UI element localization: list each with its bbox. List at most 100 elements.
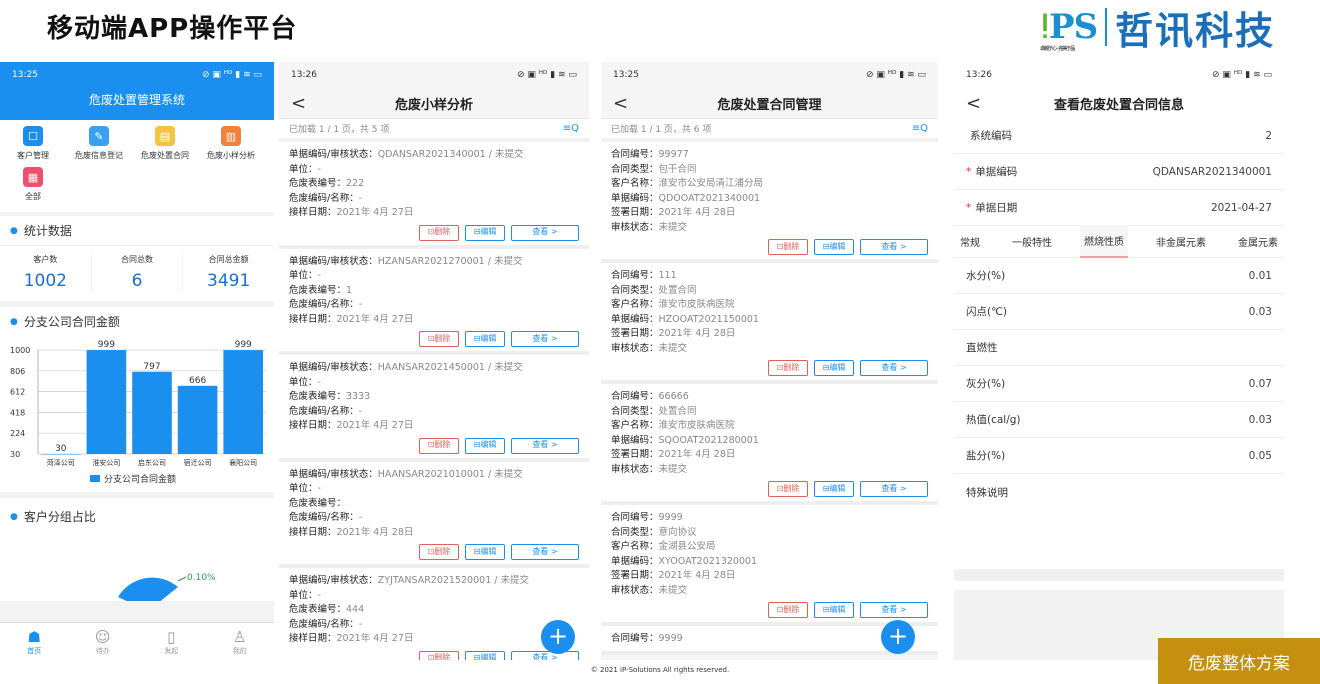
grid-item-label: 危废信息登记 (75, 151, 123, 160)
detail-row: 闪点(℃) 0.03 (954, 294, 1284, 330)
list-card[interactable]: 单据编码/审核状态：HAANSAR2021010001 / 未提交 单位：- 危废表… (279, 461, 589, 568)
view-button[interactable]: 查看 > (860, 481, 928, 497)
detail-row: * 单据编码 QDANSAR2021340001 (954, 154, 1284, 190)
stat-card[interactable]: 合同总金额 3491 (183, 254, 274, 291)
card-field: 合同类型：包干合同 (611, 163, 928, 178)
view-button[interactable]: 查看 > (860, 239, 928, 255)
bar-value-label: 999 (98, 340, 115, 350)
delete-button[interactable]: ⊡删除 (768, 239, 808, 255)
list-card[interactable]: 合同编号：99977 合同类型：包干合同 客户名称：淮安市公安局清江浦分局 单据编码：… (601, 142, 938, 263)
view-button[interactable]: 查看 > (511, 544, 579, 560)
field-value: 222 (346, 178, 365, 189)
tab-item[interactable]: 金属元素 (1234, 226, 1282, 257)
list-card[interactable]: 合同编号：66666 合同类型：处置合同 客户名称：淮安市皮肤病医院 单据编码：SQO… (601, 384, 938, 505)
solution-badge: 危废整体方案 (1158, 638, 1320, 684)
list-card[interactable]: 单据编码/审核状态：HZANSAR2021270001 / 未提交 单位：- 危废表… (279, 248, 589, 355)
back-icon[interactable]: < (613, 93, 628, 114)
grid-item-all[interactable]: ▦ 全部 (0, 167, 66, 202)
card-field: 客户名称：淮安市公安局清江浦分局 (611, 177, 928, 192)
tab-item[interactable]: 非金属元素 (1152, 226, 1210, 257)
edit-button[interactable]: ⊟编辑 (465, 650, 505, 660)
card-field: 危废表编号：444 (289, 603, 579, 618)
grid-item-analysis[interactable]: ▥ 危废小样分析 (198, 126, 264, 161)
tab-start[interactable]: ▯ 发起 (137, 623, 206, 660)
logo-ips: ǃPS 卓越于心 · 完美于品 (1040, 7, 1098, 52)
stat-card[interactable]: 合同总数 6 (92, 254, 184, 291)
x-tick-label: 淮安公司 (92, 458, 120, 467)
edit-button[interactable]: ⊟编辑 (814, 360, 854, 376)
card-field: 接样日期：2021年 4月 27日 (289, 419, 579, 434)
card-field: 合同类型：处置合同 (611, 284, 928, 299)
tab-user[interactable]: ♙ 我的 (206, 623, 275, 660)
card-field: 审核状态：未提交 (611, 221, 928, 236)
view-button[interactable]: 查看 > (511, 437, 579, 454)
view-button[interactable]: 查看 > (511, 650, 579, 660)
filter-search-icon[interactable]: ≡Q (912, 123, 928, 134)
page-title: 危废处置合同管理 (717, 97, 822, 113)
grid-item-register[interactable]: ✎ 危废信息登记 (66, 126, 132, 161)
delete-button[interactable]: ⊡删除 (419, 437, 459, 454)
delete-button[interactable]: ⊡删除 (768, 360, 808, 376)
tab-item[interactable]: 常规 (956, 226, 984, 257)
edit-button[interactable]: ⊟编辑 (465, 544, 505, 560)
field-value: HAANSAR2021010001 / 未提交 (377, 468, 523, 480)
field-label: 审核状态： (611, 584, 659, 596)
edit-button[interactable]: ⊟编辑 (814, 481, 854, 497)
delete-button[interactable]: ⊡删除 (768, 602, 808, 618)
list-card[interactable]: 合同编号：9999 合同类型：意向协议 客户名称：金湖县公安局 单据编码：XYOOAT… (601, 505, 938, 626)
y-tick-label: 224 (10, 429, 25, 438)
edit-button[interactable]: ⊟编辑 (465, 224, 505, 241)
field-value: 2021年 4月 27日 (336, 313, 414, 325)
view-button[interactable]: 查看 > (511, 224, 579, 241)
edit-button[interactable]: ⊟编辑 (465, 331, 505, 347)
grid-item-customer[interactable]: ☐ 客户管理 (0, 126, 66, 161)
card-field: 危废表编号：222 (289, 177, 579, 192)
stat-card[interactable]: 客户数 1002 (0, 254, 92, 291)
contract-icon: ▤ (155, 126, 175, 146)
card-field: 单据编码/审核状态：HAANSAR2021450001 / 未提交 (289, 361, 579, 376)
tab-todo[interactable]: ☺ 待办 (69, 623, 138, 660)
stat-value: 1002 (23, 271, 67, 291)
card-field: 客户名称：淮安市皮肤病医院 (611, 419, 928, 434)
delete-button[interactable]: ⊡删除 (419, 331, 459, 347)
add-fab-button[interactable]: + (541, 620, 575, 654)
field-value: - (358, 512, 363, 523)
list-card[interactable]: 单据编码/审核状态：QDANSAR2021340001 / 未提交 单位：- 危废表… (279, 142, 589, 249)
phone-contract-detail: 13:26 ⊘ ▣ ᴴᴰ ▮ ≋ ▭ < 查看危废处置合同信息 系统编码 2 * 单据编码… (954, 62, 1284, 660)
field-value: 淮安市公安局清江浦分局 (658, 178, 764, 189)
grid-item-contract[interactable]: ▤ 危废处置合同 (132, 126, 198, 161)
logo-tagline: 卓越于心 · 完美于品 (1040, 46, 1075, 52)
tab-label: 发起 (164, 646, 179, 655)
delete-button[interactable]: ⊡删除 (419, 544, 459, 560)
pie-section-title: ● 客户分组占比 (0, 498, 274, 531)
filter-search-icon[interactable]: ≡Q (563, 123, 579, 134)
edit-button[interactable]: ⊟编辑 (814, 239, 854, 255)
card-field: 签署日期：2021年 4月 28日 (611, 448, 928, 463)
tab-item[interactable]: 一般特性 (1008, 226, 1056, 257)
add-fab-button[interactable]: + (881, 620, 915, 654)
delete-button[interactable]: ⊡删除 (768, 481, 808, 497)
field-label: 单据编码： (611, 313, 659, 325)
row-label: 特殊说明 (966, 486, 1008, 499)
view-button[interactable]: 查看 > (511, 331, 579, 347)
tab-item[interactable]: 燃烧性质 (1080, 225, 1128, 258)
field-value: 淮安市皮肤病医院 (658, 420, 735, 431)
delete-button[interactable]: ⊡删除 (419, 224, 459, 241)
bullet-icon: ● (10, 225, 18, 236)
edit-button[interactable]: ⊟编辑 (814, 602, 854, 618)
row-label: 闪点(℃) (966, 306, 1007, 318)
logo-company-name: 哲讯科技 (1115, 8, 1276, 53)
tab-home[interactable]: ☗ 首页 (0, 623, 69, 660)
stat-label: 客户数 (33, 255, 58, 264)
view-button[interactable]: 查看 > (860, 360, 928, 376)
list-card[interactable]: 单据编码/审核状态：HAANSAR2021450001 / 未提交 单位：- 危废表… (279, 355, 589, 462)
edit-button[interactable]: ⊟编辑 (465, 437, 505, 454)
back-icon[interactable]: < (291, 93, 306, 114)
card-actions: ⊡删除 ⊟编辑 查看 > (611, 602, 928, 618)
delete-button[interactable]: ⊡删除 (419, 650, 459, 660)
list-card[interactable]: 合同编号：111 合同类型：处置合同 客户名称：淮安市皮肤病医院 单据编码：HZOOA… (601, 263, 938, 384)
card-field: 危废编码/名称：- (289, 511, 579, 526)
view-button[interactable]: 查看 > (860, 602, 928, 618)
back-icon[interactable]: < (966, 93, 981, 114)
list-card[interactable]: 单据编码/审核状态：ZYJTANSAR2021520001 / 未提交 单位：- 危… (279, 568, 589, 660)
